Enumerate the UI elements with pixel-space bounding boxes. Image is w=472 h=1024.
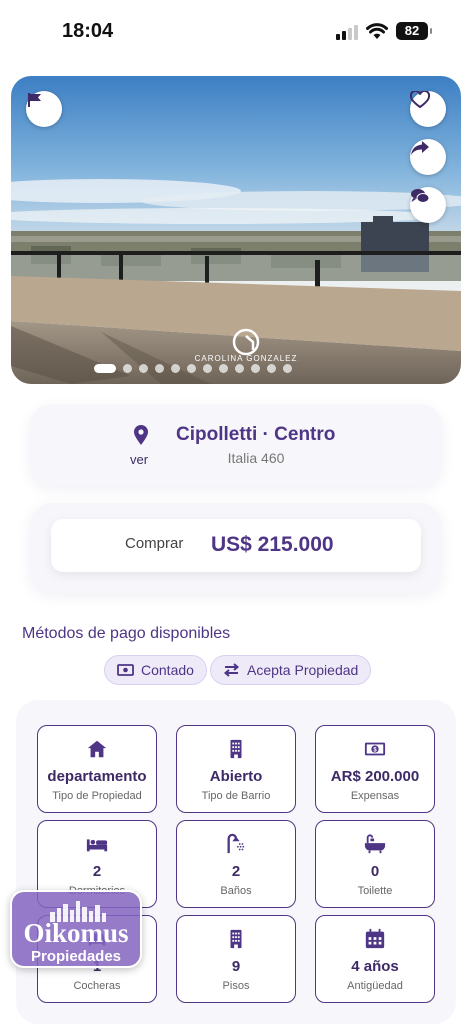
location-card: ver Cipolletti · Centro Italia 460 (30, 404, 442, 486)
feature-card: 2 Baños (176, 820, 296, 908)
feature-value: AR$ 200.000 (330, 768, 420, 785)
feature-label: Tipo de Propiedad (52, 790, 142, 802)
bed-icon (86, 839, 108, 852)
location-city: Cipolletti · Centro (176, 424, 336, 445)
feature-value: 2 (231, 863, 241, 880)
wifi-icon (366, 23, 388, 39)
watermark-logo-icon (232, 328, 260, 356)
feature-value: 2 (92, 863, 102, 880)
price-value: US$ 215.000 (211, 533, 334, 556)
swap-arrows-icon (223, 663, 240, 677)
feature-value: 4 años (351, 958, 399, 975)
price-card: Comprar US$ 215.000 (51, 519, 421, 572)
carousel-dot[interactable] (203, 363, 212, 373)
location-street: Italia 460 (227, 450, 285, 466)
feature-card: $ AR$ 200.000 Expensas (315, 725, 435, 813)
calendar-icon (365, 928, 385, 949)
agent-watermark: CAROLINA GONZALEZ (191, 328, 301, 368)
battery-icon: 82 (396, 22, 432, 40)
property-features-grid: departamento Tipo de Propiedad Abierto Tipo… (16, 700, 456, 1024)
carousel-dot[interactable] (187, 363, 196, 373)
payment-methods-title: Métodos de pago disponibles (22, 625, 231, 642)
chat-button[interactable] (410, 187, 446, 223)
feature-value: 9 (231, 958, 241, 975)
share-button[interactable] (410, 139, 446, 175)
brand-subtitle: Propiedades (30, 948, 122, 965)
watermark-text: CAROLINA GONZALEZ (194, 354, 298, 363)
carousel-dot[interactable] (139, 363, 148, 373)
price-operation-label: Comprar (125, 535, 184, 552)
bathtub-icon (364, 834, 386, 854)
carousel-pagination[interactable] (94, 363, 292, 373)
feature-value: Abierto (209, 768, 263, 785)
carousel-dot[interactable] (251, 363, 260, 373)
carousel-dot[interactable] (219, 363, 228, 373)
carousel-dot-active[interactable] (94, 363, 116, 373)
payment-chip-property-swap-label: Acepta Propiedad (247, 662, 359, 678)
feature-label: Antigüedad (347, 980, 403, 992)
feature-card: departamento Tipo de Propiedad (37, 725, 157, 813)
money-icon: $ (364, 742, 386, 756)
shower-icon (227, 833, 245, 854)
cellular-signal-icon (336, 24, 360, 40)
feature-label: Tipo de Barrio (201, 790, 271, 802)
payment-chip-cash-label: Contado (141, 662, 194, 678)
favorite-button[interactable] (410, 91, 446, 127)
carousel-dot[interactable] (155, 363, 164, 373)
map-pin-icon (134, 425, 148, 445)
feature-label: Expensas (350, 790, 400, 802)
carousel-dot[interactable] (123, 363, 132, 373)
carousel-dot[interactable] (267, 363, 276, 373)
view-map-link[interactable]: ver (130, 452, 148, 467)
feature-card: 4 años Antigüedad (315, 915, 435, 1003)
brand-name: Oikomus (23, 918, 129, 948)
carousel-dot[interactable] (171, 363, 180, 373)
carousel-dot[interactable] (283, 363, 292, 373)
brand-badge[interactable]: Oikomus Propiedades (10, 890, 142, 968)
heart-icon (410, 91, 430, 109)
payment-chip-property-swap: Acepta Propiedad (210, 655, 372, 685)
feature-label: Baños (220, 885, 252, 897)
feature-value: 0 (370, 863, 380, 880)
share-icon (411, 141, 429, 155)
report-flag-button[interactable] (26, 91, 62, 127)
home-icon (87, 740, 107, 758)
payment-chip-cash: Contado (104, 655, 207, 685)
price-section: Comprar US$ 215.000 (30, 503, 442, 593)
feature-label: Pisos (222, 980, 250, 992)
cash-icon (117, 664, 134, 676)
property-photo-carousel[interactable]: CAROLINA GONZALEZ (11, 76, 461, 384)
feature-label: Toilette (357, 885, 393, 897)
feature-card: 0 Toilette (315, 820, 435, 908)
feature-card: Abierto Tipo de Barrio (176, 725, 296, 813)
carousel-dot[interactable] (235, 363, 244, 373)
flag-icon (28, 93, 41, 107)
feature-card: 9 Pisos (176, 915, 296, 1003)
feature-value: departamento (47, 768, 147, 785)
status-bar: 18:04 82 (0, 0, 472, 62)
chat-icon (411, 189, 430, 203)
building-icon (230, 929, 242, 949)
status-time: 18:04 (62, 20, 114, 42)
building-icon (230, 739, 242, 759)
map-pin-button[interactable] (132, 424, 150, 451)
feature-label: Cocheras (73, 980, 121, 992)
